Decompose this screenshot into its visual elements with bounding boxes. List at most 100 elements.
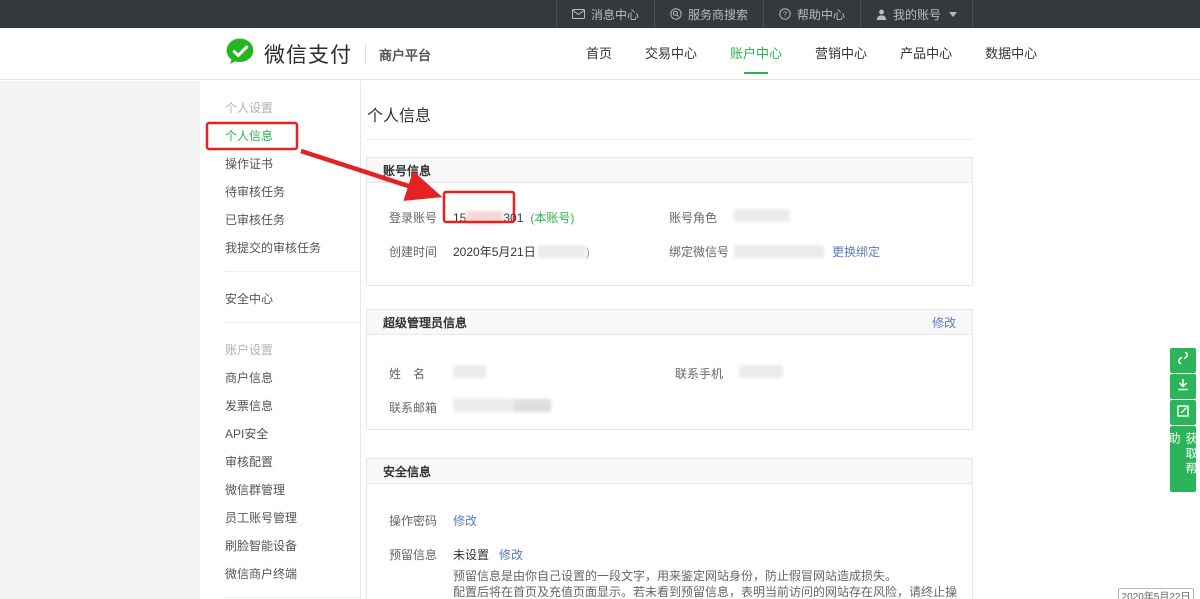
sidebar-item-wechat-group-management[interactable]: 微信群管理 (200, 476, 360, 504)
brand-divider (365, 44, 366, 64)
sidebar-divider (225, 322, 360, 323)
page-title: 个人信息 (366, 81, 973, 140)
help-line: 预留信息是由你自己设置的一段文字，用来鉴定网站身份，防止假冒网站造成损失。 (453, 568, 972, 584)
topbar-item-help-center[interactable]: ? 帮助中心 (763, 0, 860, 28)
main-content: 个人信息 账号信息 登录账号 15301(本账号) 账号角色 创建时间 2020… (361, 81, 1200, 599)
topbar: 消息中心 服务商搜索 ? 帮助中心 我的账号 (0, 0, 1200, 28)
wechat-pay-logo-icon (224, 36, 256, 73)
current-account-note: (本账号) (530, 211, 574, 225)
search-circle-icon (670, 8, 682, 20)
main-nav: 首页 交易中心 账户中心 营销中心 产品中心 数据中心 (586, 28, 1037, 80)
redacted-contact-email (453, 399, 513, 412)
link-icon (1177, 351, 1189, 370)
feedback-button[interactable] (1170, 400, 1196, 425)
bound-wechat-label: 绑定微信号 (669, 243, 729, 260)
bound-wechat-value: 更换绑定 (734, 243, 880, 260)
share-link-button[interactable] (1170, 348, 1196, 373)
download-button[interactable] (1170, 374, 1196, 399)
edit-admin-link[interactable]: 修改 (932, 314, 956, 331)
brand-name: 微信支付 (264, 39, 352, 69)
portal-name: 商户平台 (379, 45, 431, 64)
float-menu: 获取帮助 (1170, 348, 1196, 492)
login-account-row: 登录账号 15301(本账号) 账号角色 (367, 199, 972, 233)
nav-item-marketing-center[interactable]: 营销中心 (815, 28, 867, 80)
question-circle-icon: ? (779, 8, 791, 20)
sidebar-item-wechat-merchant-terminal[interactable]: 微信商户终端 (200, 560, 360, 588)
sidebar-divider (225, 271, 360, 272)
sidebar-item-face-smart-device[interactable]: 刷脸智能设备 (200, 532, 360, 560)
contact-email-row: 联系邮箱 (367, 389, 972, 423)
sidebar-item-pending-review-tasks[interactable]: 待审核任务 (200, 178, 360, 206)
change-binding-link[interactable]: 更换绑定 (832, 245, 880, 259)
sidebar-group-personal-settings: 个人设置 (200, 94, 360, 122)
redacted-account-role (734, 209, 790, 222)
reserve-info-value: 未设置修改 (453, 546, 523, 563)
sidebar-item-reviewed-tasks[interactable]: 已审核任务 (200, 206, 360, 234)
topbar-item-provider-search[interactable]: 服务商搜索 (654, 0, 763, 28)
topbar-item-label: 帮助中心 (797, 6, 845, 23)
page-body: 个人设置 个人信息 操作证书 待审核任务 已审核任务 我提交的审核任务 安全中心… (0, 81, 1200, 599)
sidebar-item-security-center[interactable]: 安全中心 (200, 285, 360, 313)
brand[interactable]: 微信支付 商户平台 (224, 28, 431, 80)
sidebar-item-review-config[interactable]: 审核配置 (200, 448, 360, 476)
security-info-panel: 安全信息 操作密码 修改 预留信息 未设置修改 预留信息是由你自己设置的一段文字… (366, 458, 973, 599)
account-role-label: 账号角色 (669, 209, 717, 226)
sidebar-item-my-submitted-review-tasks[interactable]: 我提交的审核任务 (200, 234, 360, 262)
help-line: 配置后将在首页及充值页面显示。若未看到预留信息，表明当前访问的网站存在风险，请终… (453, 584, 972, 599)
login-account-value: 15301(本账号) (453, 209, 574, 226)
topbar-item-my-account[interactable]: 我的账号 (860, 0, 973, 28)
login-account-label: 登录账号 (389, 209, 437, 226)
topbar-item-messages[interactable]: 消息中心 (556, 0, 654, 28)
reserve-info-row: 预留信息 未设置修改 (367, 536, 972, 568)
sidebar-item-invoice-info[interactable]: 发票信息 (200, 392, 360, 420)
edit-reserve-info-link[interactable]: 修改 (499, 548, 523, 562)
admin-name-row: 姓 名 联系手机 (367, 355, 972, 389)
user-icon (876, 9, 887, 20)
sidebar-item-personal-info[interactable]: 个人信息 (200, 122, 360, 150)
sidebar-item-merchant-info[interactable]: 商户信息 (200, 364, 360, 392)
download-icon (1177, 378, 1189, 396)
nav-item-data-center[interactable]: 数据中心 (985, 28, 1037, 80)
header: 微信支付 商户平台 首页 交易中心 账户中心 营销中心 产品中心 数据中心 (0, 28, 1200, 80)
get-help-button[interactable]: 获取帮助 (1170, 426, 1196, 492)
contact-phone-label: 联系手机 (675, 365, 723, 382)
topbar-item-label: 消息中心 (591, 6, 639, 23)
contact-email-label: 联系邮箱 (389, 399, 437, 416)
svg-text:?: ? (783, 10, 787, 19)
sidebar-item-api-security[interactable]: API安全 (200, 420, 360, 448)
topbar-item-label: 我的账号 (893, 6, 941, 23)
nav-item-account-center[interactable]: 账户中心 (730, 28, 782, 80)
redacted-admin-name (453, 365, 486, 378)
operation-password-row: 操作密码 修改 (367, 502, 972, 536)
reserve-info-help: 预留信息是由你自己设置的一段文字，用来鉴定网站身份，防止假冒网站造成损失。 配置… (453, 568, 972, 599)
redacted-created-time (538, 245, 586, 258)
edit-icon (1177, 404, 1189, 422)
nav-item-product-center[interactable]: 产品中心 (900, 28, 952, 80)
sidebar: 个人设置 个人信息 操作证书 待审核任务 已审核任务 我提交的审核任务 安全中心… (200, 81, 361, 599)
super-admin-panel-title: 超级管理员信息 (383, 314, 467, 331)
topbar-item-label: 服务商搜索 (688, 6, 748, 23)
chevron-down-icon (949, 12, 957, 17)
admin-name-value (453, 365, 486, 379)
redacted-contact-email (513, 399, 551, 412)
topbar-menu: 消息中心 服务商搜索 ? 帮助中心 我的账号 (556, 0, 973, 28)
nav-item-trade-center[interactable]: 交易中心 (645, 28, 697, 80)
mail-icon (572, 9, 585, 19)
redacted-bound-wechat (734, 245, 824, 258)
sidebar-divider (225, 597, 360, 598)
sidebar-item-staff-account-management[interactable]: 员工账号管理 (200, 504, 360, 532)
nav-item-home[interactable]: 首页 (586, 28, 612, 80)
super-admin-panel: 超级管理员信息 修改 姓 名 联系手机 联系邮箱 (366, 309, 973, 430)
created-time-label: 创建时间 (389, 243, 437, 260)
redacted-login-middle (466, 211, 503, 224)
redacted-contact-phone (739, 365, 783, 378)
sidebar-group-account-settings: 账户设置 (200, 336, 360, 364)
created-time-value: 2020年5月21日) (453, 243, 590, 260)
created-time-row: 创建时间 2020年5月21日) 绑定微信号 更换绑定 (367, 233, 972, 267)
operation-password-label: 操作密码 (389, 512, 437, 529)
reserve-info-label: 预留信息 (389, 546, 437, 563)
sidebar-item-operation-certificate[interactable]: 操作证书 (200, 150, 360, 178)
admin-name-label: 姓 名 (389, 365, 425, 382)
edit-password-link[interactable]: 修改 (453, 514, 477, 528)
security-info-panel-title: 安全信息 (383, 463, 431, 480)
